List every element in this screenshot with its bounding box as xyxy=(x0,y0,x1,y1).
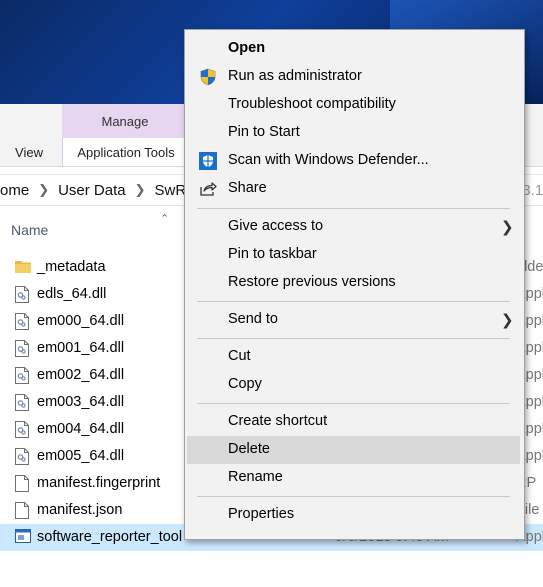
dll-file-icon xyxy=(15,340,29,357)
share-icon xyxy=(199,180,217,198)
menu-item-copy[interactable]: Copy xyxy=(187,371,520,399)
dll-file-icon xyxy=(15,394,29,411)
file-name: software_reporter_tool xyxy=(37,529,183,545)
tab-view[interactable]: View xyxy=(0,138,58,166)
tab-application-tools[interactable]: Application Tools xyxy=(62,138,190,166)
file-name: edls_64.dll xyxy=(37,286,107,302)
menu-separator xyxy=(197,208,510,209)
menu-separator xyxy=(197,496,510,497)
sort-up-icon: ⌃ xyxy=(160,213,170,225)
menu-item-run-as-admin[interactable]: Run as administrator xyxy=(187,63,520,91)
column-name[interactable]: Name xyxy=(11,222,48,238)
menu-item-pin-to-start[interactable]: Pin to Start xyxy=(187,119,520,147)
file-icon xyxy=(15,475,29,492)
tab-manage[interactable]: Manage xyxy=(62,104,188,138)
menu-item-label: Copy xyxy=(228,376,262,392)
context-menu: Open Run as administrator Troubleshoot c… xyxy=(184,29,525,540)
menu-item-label: Delete xyxy=(228,441,270,457)
menu-item-give-access[interactable]: Give access to ❯ xyxy=(187,213,520,241)
menu-item-open[interactable]: Open xyxy=(187,35,520,63)
menu-item-create-shortcut[interactable]: Create shortcut xyxy=(187,408,520,436)
menu-item-label: Share xyxy=(228,180,267,196)
file-name: manifest.json xyxy=(37,502,123,518)
breadcrumb-home[interactable]: ome xyxy=(0,182,29,199)
menu-item-label: Open xyxy=(228,40,266,56)
dll-file-icon xyxy=(15,421,29,438)
folder-icon xyxy=(15,259,31,276)
chevron-right-icon: ❯ xyxy=(501,312,514,329)
menu-item-label: Run as administrator xyxy=(228,68,362,84)
uac-shield-icon xyxy=(199,68,217,86)
menu-item-label: Scan with Windows Defender... xyxy=(228,152,429,168)
menu-item-properties[interactable]: Properties xyxy=(187,501,520,529)
menu-item-scan-defender[interactable]: Scan with Windows Defender... xyxy=(187,147,520,175)
chevron-right-icon[interactable]: ❯ xyxy=(135,182,146,198)
file-name: em002_64.dll xyxy=(37,367,125,383)
exe-icon xyxy=(15,529,31,546)
menu-item-troubleshoot[interactable]: Troubleshoot compatibility xyxy=(187,91,520,119)
file-name: em000_64.dll xyxy=(37,313,125,329)
file-name: em004_64.dll xyxy=(37,421,125,437)
menu-item-label: Rename xyxy=(228,469,283,485)
file-icon xyxy=(15,502,29,519)
dll-file-icon xyxy=(15,448,29,465)
menu-item-share[interactable]: Share xyxy=(187,175,520,203)
menu-item-label: Pin to taskbar xyxy=(228,246,317,262)
menu-item-send-to[interactable]: Send to ❯ xyxy=(187,306,520,334)
breadcrumb-user-data[interactable]: User Data xyxy=(58,182,126,199)
menu-item-cut[interactable]: Cut xyxy=(187,343,520,371)
chevron-right-icon: ❯ xyxy=(501,219,514,236)
menu-item-label: Properties xyxy=(228,506,295,522)
menu-item-restore-versions[interactable]: Restore previous versions xyxy=(187,269,520,297)
menu-item-label: Cut xyxy=(228,348,251,364)
file-name: em005_64.dll xyxy=(37,448,125,464)
menu-item-rename[interactable]: Rename xyxy=(187,464,520,492)
menu-item-label: Restore previous versions xyxy=(228,274,396,290)
file-name: em001_64.dll xyxy=(37,340,125,356)
chevron-right-icon[interactable]: ❯ xyxy=(38,182,49,198)
file-name: manifest.fingerprint xyxy=(37,475,161,491)
menu-item-label: Pin to Start xyxy=(228,124,300,140)
dll-file-icon xyxy=(15,367,29,384)
menu-item-delete[interactable]: Delete xyxy=(187,436,520,464)
windows-defender-icon xyxy=(199,152,217,170)
menu-item-label: Troubleshoot compatibility xyxy=(228,96,396,112)
file-name: _metadata xyxy=(37,259,106,275)
menu-separator xyxy=(197,301,510,302)
menu-separator xyxy=(197,338,510,339)
menu-item-label: Give access to xyxy=(228,218,324,234)
menu-item-pin-to-taskbar[interactable]: Pin to taskbar xyxy=(187,241,520,269)
menu-separator xyxy=(197,403,510,404)
menu-item-label: Create shortcut xyxy=(228,413,328,429)
menu-item-label: Send to xyxy=(228,311,278,327)
file-name: em003_64.dll xyxy=(37,394,125,410)
dll-file-icon xyxy=(15,286,29,303)
dll-file-icon xyxy=(15,313,29,330)
